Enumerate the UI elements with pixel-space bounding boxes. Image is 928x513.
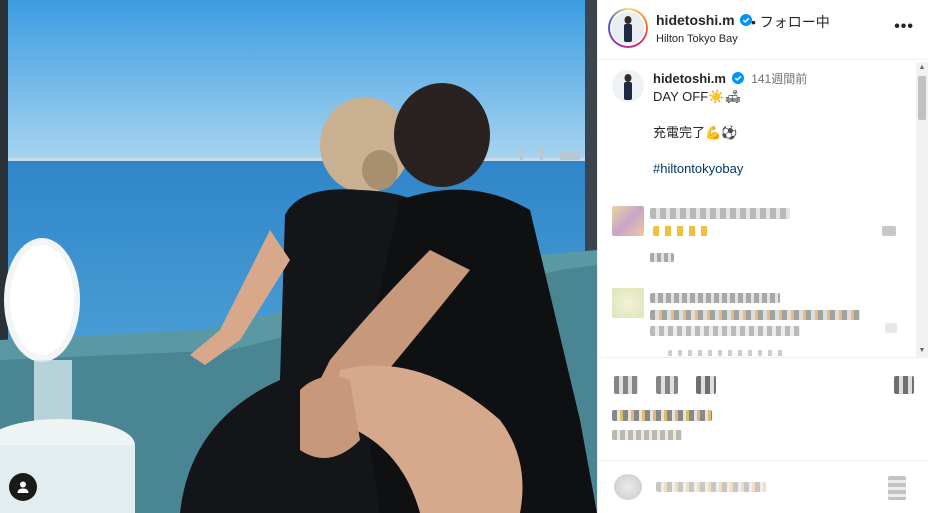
- scroll-up-arrow-icon[interactable]: ▲: [918, 64, 926, 72]
- comment-text-redacted: [650, 310, 860, 320]
- post-location[interactable]: Hilton Tokyo Bay: [656, 33, 738, 45]
- caption-line-1: DAY OFF☀️🛋: [653, 89, 741, 104]
- caption-avatar[interactable]: [612, 70, 644, 102]
- caption-verified-badge-icon: [731, 72, 744, 84]
- comment-avatar[interactable]: [612, 288, 644, 318]
- share-icon[interactable]: [696, 376, 716, 394]
- author-username-text[interactable]: hidetoshi.m: [656, 12, 735, 28]
- likes-count-redacted[interactable]: [612, 410, 712, 421]
- more-options-icon[interactable]: •••: [894, 18, 914, 36]
- comment-icon[interactable]: [656, 376, 678, 394]
- scroll-down-arrow-icon[interactable]: ▼: [918, 347, 926, 355]
- scrollbar-thumb[interactable]: [918, 76, 926, 120]
- author-avatar[interactable]: [608, 8, 648, 48]
- like-icon[interactable]: [614, 376, 638, 394]
- comment-avatar[interactable]: [612, 206, 644, 236]
- post-header: hidetoshi.m • フォロー中 Hilton Tokyo Bay •••: [598, 0, 928, 60]
- comments-scrollbar[interactable]: ▲ ▼: [916, 62, 928, 357]
- comment-like-icon[interactable]: [882, 226, 896, 236]
- save-icon[interactable]: [894, 376, 914, 394]
- user-tag-button[interactable]: [9, 473, 37, 501]
- comment-like-icon[interactable]: [885, 323, 897, 333]
- emoji-icon[interactable]: [614, 474, 642, 500]
- post-photo[interactable]: [0, 0, 597, 513]
- post-side-panel: hidetoshi.m • フォロー中 Hilton Tokyo Bay •••…: [597, 0, 928, 513]
- add-comment-divider: [598, 460, 928, 461]
- comment-meta-redacted: [668, 350, 788, 356]
- post-actions: [598, 357, 928, 513]
- user-tag-icon: [17, 481, 29, 493]
- post-photo-image: [0, 0, 597, 513]
- avatar-photo: [612, 12, 644, 44]
- caption-avatar-photo: [612, 70, 644, 102]
- comment-text-redacted: [650, 326, 800, 336]
- caption-username[interactable]: hidetoshi.m: [653, 71, 726, 86]
- comment-text-redacted: [650, 293, 780, 303]
- comment-text-redacted: [653, 226, 709, 236]
- caption-timestamp[interactable]: 141週間前: [751, 72, 807, 86]
- comments-section: hidetoshi.m 141週間前 DAY OFF☀️🛋 充電完了💪⚽ #hi…: [598, 60, 928, 357]
- follow-status[interactable]: • フォロー中: [751, 12, 830, 32]
- comment-text-redacted: [650, 208, 790, 219]
- post-comment-button-redacted[interactable]: [888, 476, 906, 500]
- comment-meta-redacted: [650, 253, 674, 262]
- post-date-redacted[interactable]: [612, 430, 682, 440]
- caption-line-2: 充電完了💪⚽: [653, 125, 738, 140]
- caption-hashtag[interactable]: #hiltontokyobay: [653, 160, 913, 178]
- add-comment-input-redacted[interactable]: [656, 482, 766, 492]
- author-username[interactable]: hidetoshi.m: [656, 12, 753, 28]
